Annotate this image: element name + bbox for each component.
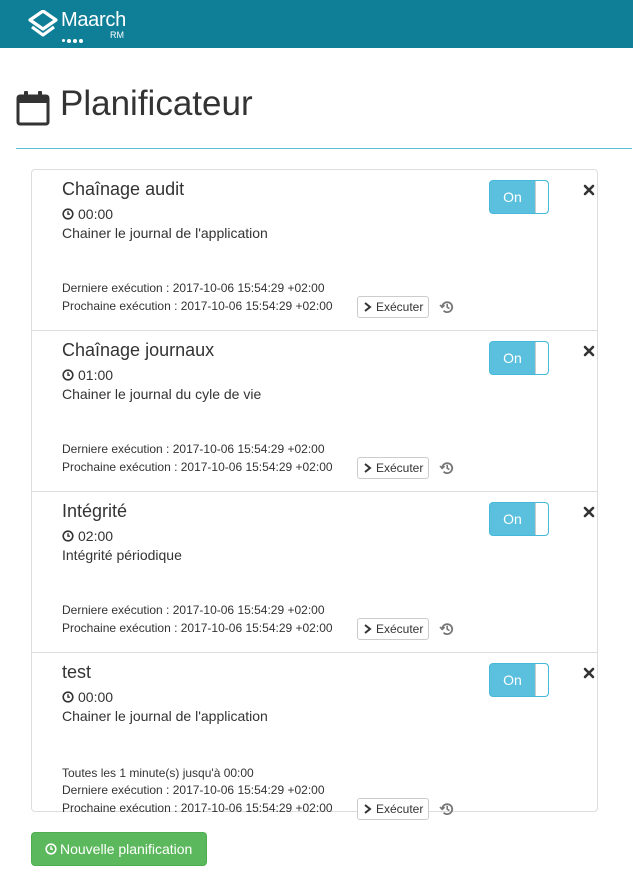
task-time-value: 01:00 <box>78 367 114 383</box>
new-schedule-button[interactable]: Nouvelle planification <box>31 832 207 866</box>
task-frequency: Toutes les 1 minute(s) jusqu'à 00:00 <box>62 766 254 780</box>
task-item: Intégrité 02:00 Intégrité périodique Der… <box>32 492 597 653</box>
task-time-value: 00:00 <box>78 689 114 705</box>
next-execution: Prochaine exécution : 2017-10-06 15:54:2… <box>62 299 333 313</box>
toggle-label: On <box>503 511 522 527</box>
task-time: 01:00 <box>62 367 113 383</box>
chevron-right-icon <box>364 302 372 312</box>
clock-icon <box>62 530 74 542</box>
task-name: Chaînage audit <box>62 179 185 199</box>
execute-button-label: Exécuter <box>376 622 424 636</box>
execute-button-label: Exécuter <box>376 461 424 475</box>
history-icon[interactable] <box>439 460 455 476</box>
task-time: 02:00 <box>62 528 113 544</box>
task-time: 00:00 <box>62 689 113 705</box>
task-time-value: 00:00 <box>78 206 114 222</box>
delete-icon[interactable] <box>583 184 595 196</box>
task-item: Chaînage journaux 01:00 Chainer le journ… <box>32 331 597 492</box>
clock-icon <box>62 369 74 381</box>
calendar-icon <box>16 91 50 126</box>
next-execution: Prochaine exécution : 2017-10-06 15:54:2… <box>62 801 333 815</box>
task-list: Chaînage audit 00:00 Chainer le journal … <box>31 169 598 820</box>
top-navbar: Maarch RM <box>0 0 633 48</box>
task-description: Chainer le journal de l'application <box>62 708 268 724</box>
toggle-knob <box>535 664 548 696</box>
history-icon[interactable] <box>439 801 455 817</box>
task-time-value: 02:00 <box>78 528 114 544</box>
last-execution: Derniere exécution : 2017-10-06 15:54:29… <box>62 442 325 456</box>
delete-icon[interactable] <box>583 506 595 518</box>
toggle-knob <box>535 503 548 535</box>
next-execution: Prochaine exécution : 2017-10-06 15:54:2… <box>62 460 333 474</box>
task-description: Chainer le journal du cyle de vie <box>62 386 262 402</box>
enable-toggle[interactable]: On <box>489 180 549 214</box>
task-name: Intégrité <box>62 501 128 521</box>
execute-button[interactable]: Exécuter <box>357 296 429 318</box>
task-item: test 00:00 Chainer le journal de l'appli… <box>32 653 597 820</box>
task-name: test <box>62 662 92 682</box>
delete-icon[interactable] <box>583 667 595 679</box>
page-title: Planificateur <box>60 84 253 123</box>
chevron-right-icon <box>364 624 372 634</box>
chevron-right-icon <box>364 463 372 473</box>
clock-icon <box>62 208 74 220</box>
last-execution: Derniere exécution : 2017-10-06 15:54:29… <box>62 281 325 295</box>
toggle-label: On <box>503 350 522 366</box>
enable-toggle[interactable]: On <box>489 341 549 375</box>
header-divider <box>16 148 632 149</box>
maarch-logo-icon <box>28 10 58 37</box>
clock-icon <box>62 691 74 703</box>
enable-toggle[interactable]: On <box>489 663 549 697</box>
execute-button-label: Exécuter <box>376 802 424 816</box>
next-execution: Prochaine exécution : 2017-10-06 15:54:2… <box>62 621 333 635</box>
history-icon[interactable] <box>439 621 455 637</box>
new-schedule-label: Nouvelle planification <box>60 841 193 857</box>
task-description: Chainer le journal de l'application <box>62 225 268 241</box>
logo-text: Maarch <box>61 9 126 31</box>
task-item: Chaînage audit 00:00 Chainer le journal … <box>32 170 597 331</box>
execute-button[interactable]: Exécuter <box>357 457 429 479</box>
maarch-logo[interactable]: Maarch RM <box>28 8 138 43</box>
logo-subtitle: RM <box>110 30 124 40</box>
toggle-label: On <box>503 189 522 205</box>
execute-button[interactable]: Exécuter <box>357 798 429 820</box>
toggle-label: On <box>503 672 522 688</box>
logo-dots <box>62 32 85 43</box>
execute-button-label: Exécuter <box>376 300 424 314</box>
last-execution: Derniere exécution : 2017-10-06 15:54:29… <box>62 783 325 797</box>
clock-icon <box>45 843 57 855</box>
chevron-right-icon <box>364 804 372 814</box>
toggle-knob <box>535 181 548 213</box>
task-description: Intégrité périodique <box>62 547 182 563</box>
last-execution: Derniere exécution : 2017-10-06 15:54:29… <box>62 603 325 617</box>
enable-toggle[interactable]: On <box>489 502 549 536</box>
history-icon[interactable] <box>439 299 455 315</box>
toggle-knob <box>535 342 548 374</box>
task-name: Chaînage journaux <box>62 340 215 360</box>
task-time: 00:00 <box>62 206 113 222</box>
execute-button[interactable]: Exécuter <box>357 618 429 640</box>
delete-icon[interactable] <box>583 345 595 357</box>
